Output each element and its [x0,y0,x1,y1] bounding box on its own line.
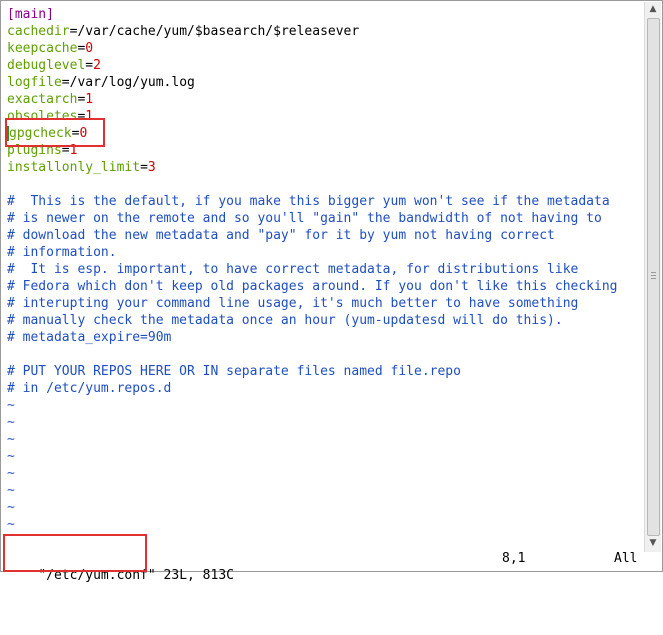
comment-text: # metadata_expire=90m [7,330,172,345]
section-line: [main] [7,6,643,23]
comment-text: # information. [7,245,117,260]
equals-sign: = [61,143,70,158]
equals-sign: = [61,75,70,90]
cursor-position: 8,1 [502,551,526,566]
config-line: cachedir=/var/cache/yum/$basearch/$relea… [7,23,643,40]
config-key: logfile [7,75,62,90]
comment-line: # interupting your command line usage, i… [7,295,643,312]
config-line: exactarch=1 [7,91,643,108]
config-line: gpgcheck=0 [7,125,643,142]
comment-line: # metadata_expire=90m [7,329,643,346]
file-info: "/etc/yum.conf" 23L, 813C [38,568,234,583]
config-key: obsoletes [7,109,78,124]
config-line: keepcache=0 [7,40,643,57]
vim-editor-buffer[interactable]: [main] cachedir=/var/cache/yum/$basearch/… [7,6,643,533]
vim-status-line: "/etc/yum.conf" 23L, 813C 8,1 All [7,550,643,583]
config-key: keepcache [7,41,78,56]
equals-sign: = [140,160,148,175]
terminal-window[interactable]: [main] cachedir=/var/cache/yum/$basearch/… [0,0,663,583]
comment-line: # information. [7,244,643,261]
comment-line: # Fedora which don't keep old packages a… [7,278,643,295]
equals-sign: = [85,58,94,73]
config-key: installonly_limit [7,160,141,175]
config-line: obsoletes=1 [7,108,643,125]
tilde-marker: ~ [7,449,15,464]
comment-text: # This is the default, if you make this … [7,194,610,209]
comment-text: # PUT YOUR REPOS HERE OR IN separate fil… [7,364,461,379]
config-value: 3 [147,160,156,175]
scroll-down-arrow-icon[interactable]: ▼ [645,536,661,550]
vertical-scrollbar[interactable]: ▲ ▼ [644,2,661,552]
scroll-thumb[interactable] [647,18,660,536]
comment-text: # Fedora which don't keep old packages a… [7,279,618,294]
empty-buffer-line: ~ [7,482,643,499]
scroll-grip-line [651,272,656,273]
empty-buffer-line: ~ [7,431,643,448]
comment-text: # It is esp. important, to have correct … [7,262,579,277]
tilde-marker: ~ [7,517,15,532]
tilde-marker: ~ [7,483,15,498]
tilde-marker: ~ [7,500,15,515]
config-value: 0 [79,126,88,141]
scroll-grip-line [651,278,656,279]
comment-line: # It is esp. important, to have correct … [7,261,643,278]
scroll-up-arrow-icon[interactable]: ▲ [645,2,661,16]
empty-buffer-line: ~ [7,397,643,414]
config-key: exactarch [7,92,78,107]
config-key: cachedir [7,24,70,39]
config-value: 1 [85,92,94,107]
config-key: plugins [7,143,62,158]
config-value: /var/log/yum.log [69,75,195,90]
config-line: plugins=1 [7,142,643,159]
comment-text: # in /etc/yum.repos.d [7,381,172,396]
comment-text: # is newer on the remote and so you'll "… [7,211,602,226]
empty-buffer-line: ~ [7,516,643,533]
comment-line: # PUT YOUR REPOS HERE OR IN separate fil… [7,363,643,380]
config-key: debuglevel [7,58,86,73]
tilde-marker: ~ [7,466,15,481]
comment-text: # manually check the metadata once an ho… [7,313,563,328]
empty-buffer-line: ~ [7,414,643,431]
tilde-marker: ~ [7,432,15,447]
config-line: debuglevel=2 [7,57,643,74]
config-value: 0 [85,41,94,56]
comment-text: # download the new metadata and "pay" fo… [7,228,555,243]
config-line: installonly_limit=3 [7,159,643,176]
comment-line: # is newer on the remote and so you'll "… [7,210,643,227]
config-value: 1 [69,143,78,158]
config-value: 2 [93,58,101,73]
comment-line: # This is the default, if you make this … [7,193,643,210]
config-value: 1 [85,109,94,124]
empty-buffer-line: ~ [7,465,643,482]
config-line: logfile=/var/log/yum.log [7,74,643,91]
comment-line: # in /etc/yum.repos.d [7,380,643,397]
empty-buffer-line: ~ [7,499,643,516]
section-header: [main] [7,7,54,22]
comment-text: # interupting your command line usage, i… [7,296,579,311]
config-key: gpgcheck [9,126,72,141]
scroll-percent: All [614,551,638,566]
comment-line: # manually check the metadata once an ho… [7,312,643,329]
comment-line: # download the new metadata and "pay" fo… [7,227,643,244]
scroll-grip-line [651,275,656,276]
tilde-marker: ~ [7,415,15,430]
empty-buffer-line: ~ [7,448,643,465]
tilde-marker: ~ [7,398,15,413]
config-value: /var/cache/yum/$basearch/$releasever [77,24,360,39]
